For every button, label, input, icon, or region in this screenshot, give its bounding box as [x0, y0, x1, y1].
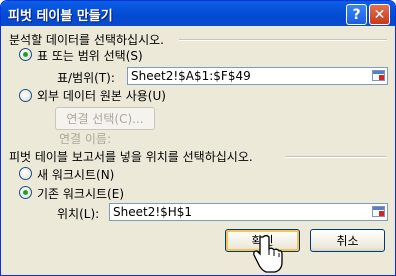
cancel-button-label: 취소 — [336, 234, 359, 248]
hand-pointer-icon — [253, 234, 283, 273]
choose-connection-button[interactable]: 연결 선택(C)... — [55, 107, 155, 130]
title-bar[interactable]: 피벗 테이블 만들기 ? ✕ — [1, 1, 395, 26]
range-picker-icon[interactable] — [372, 70, 385, 81]
range-label: 표/범위(T): — [57, 71, 115, 85]
range-value: Sheet2!$A$1:$F$49 — [131, 69, 251, 83]
section2-divider — [285, 156, 387, 158]
location-label: 위치(L): — [57, 207, 100, 221]
create-pivot-table-dialog: 피벗 테이블 만들기 ? ✕ 분석할 데이터를 선택하십시오. 표 또는 범위 … — [0, 0, 396, 276]
window-title: 피벗 테이블 만들기 — [8, 9, 113, 24]
existing-worksheet-label[interactable]: 기존 워크시트(E) — [37, 185, 124, 202]
new-worksheet-label[interactable]: 새 워크시트(N) — [37, 166, 114, 183]
location-input[interactable]: Sheet2!$H$1 — [109, 203, 388, 221]
range-radio-label[interactable]: 표 또는 범위 선택(S) — [37, 47, 143, 64]
section1-divider — [179, 39, 387, 41]
close-icon: ✕ — [373, 6, 386, 23]
choose-connection-label: 연결 선택(C)... — [66, 112, 144, 126]
location-value: Sheet2!$H$1 — [113, 205, 193, 219]
range-picker-icon[interactable] — [372, 206, 385, 217]
new-worksheet-radio[interactable] — [19, 167, 32, 180]
external-source-radio-label[interactable]: 외부 데이터 원본 사용(U) — [37, 87, 166, 104]
help-button[interactable]: ? — [346, 4, 367, 25]
cancel-button[interactable]: 취소 — [310, 229, 385, 252]
connection-name-label: 연결 이름: — [59, 132, 112, 146]
close-button[interactable]: ✕ — [369, 4, 390, 25]
range-radio[interactable] — [19, 48, 32, 61]
existing-worksheet-radio[interactable] — [19, 186, 32, 199]
location-heading: 피벗 테이블 보고서를 넣을 위치를 선택하십시오. — [9, 150, 253, 164]
data-source-heading: 분석할 데이터를 선택하십시오. — [9, 33, 164, 47]
range-input[interactable]: Sheet2!$A$1:$F$49 — [127, 67, 388, 85]
help-icon: ? — [352, 6, 361, 23]
external-source-radio[interactable] — [19, 89, 32, 102]
